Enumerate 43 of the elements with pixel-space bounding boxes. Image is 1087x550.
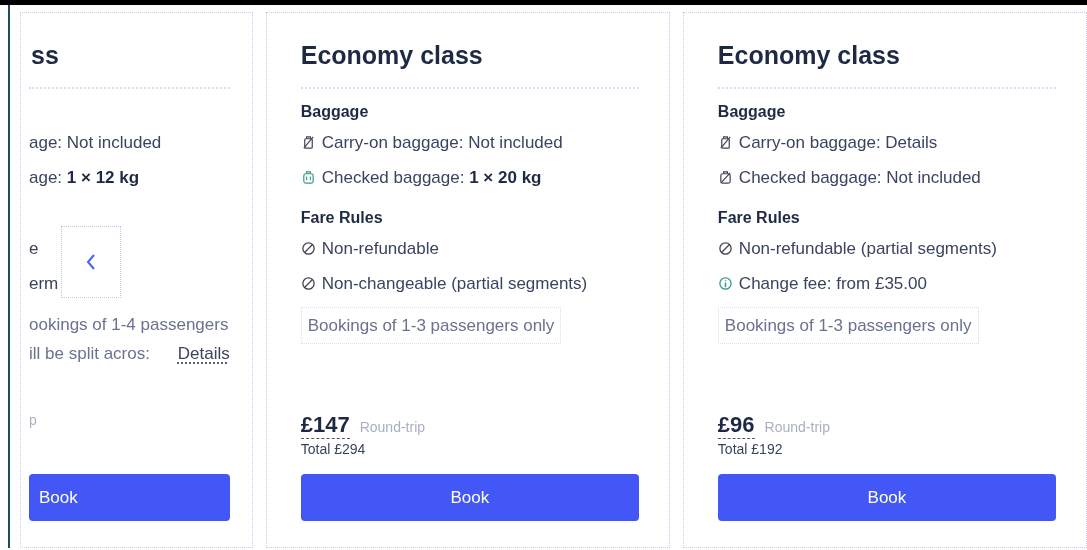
trip-type: Round-trip: [764, 419, 830, 435]
section-heading: Fare Rules: [717, 208, 800, 228]
suitcase-crossed-icon: [300, 135, 316, 150]
book-button[interactable]: Book: [29, 474, 230, 521]
info-icon: [717, 276, 733, 291]
fare-rule: erm: [29, 273, 59, 294]
baggage-info: age: 1 × 12 kg: [29, 167, 140, 188]
fare-rule: e: [29, 238, 39, 259]
book-button[interactable]: Book: [717, 474, 1056, 521]
suitcase-crossed-icon: [717, 170, 733, 185]
price: £96: [717, 412, 755, 439]
fare-rule: Non-refundable: [321, 238, 439, 259]
baggage-info: age: Not included: [29, 132, 162, 153]
baggage-info: Carry-on baggage: Not included: [321, 132, 563, 153]
fare-rule: Non-refundable (partial segments): [738, 238, 997, 259]
passenger-notice: Bookings of 1-3 passengers only: [300, 307, 562, 344]
book-button[interactable]: Book: [300, 474, 639, 521]
suitcase-crossed-icon: [717, 135, 733, 150]
details-link[interactable]: Details: [177, 339, 230, 368]
suitcase-icon: [300, 170, 316, 185]
section-heading: Baggage: [300, 102, 369, 122]
notice-text: ookings of 1-4 passengers: [29, 314, 229, 336]
section-heading: Baggage: [717, 102, 786, 122]
not-allowed-icon: [717, 241, 733, 256]
card-title: ss: [29, 13, 230, 89]
fare-rule: Non-changeable (partial segments): [321, 273, 588, 294]
card-title: Economy class: [300, 13, 639, 89]
notice-text: ill be split acros:: [29, 343, 150, 365]
passenger-notice: Bookings of 1-3 passengers only: [717, 307, 979, 344]
card-title: Economy class: [717, 13, 1056, 89]
trip-type: Round-trip: [359, 419, 426, 435]
trip-type: p: [29, 412, 37, 428]
price: £147: [300, 412, 350, 439]
baggage-info: Checked baggage: Not included: [738, 167, 981, 188]
not-allowed-icon: [300, 241, 316, 256]
baggage-info: Checked baggage: 1 × 20 kg: [321, 167, 542, 188]
previous-button[interactable]: [61, 226, 121, 298]
fare-rule: Change fee: from £35.00: [738, 273, 927, 294]
section-heading: Fare Rules: [300, 208, 383, 228]
not-allowed-icon: [300, 276, 316, 291]
total-price: Total £192: [717, 441, 783, 457]
total-price: Total £294: [300, 441, 366, 457]
baggage-info: Carry-on baggage: Details: [738, 132, 938, 153]
